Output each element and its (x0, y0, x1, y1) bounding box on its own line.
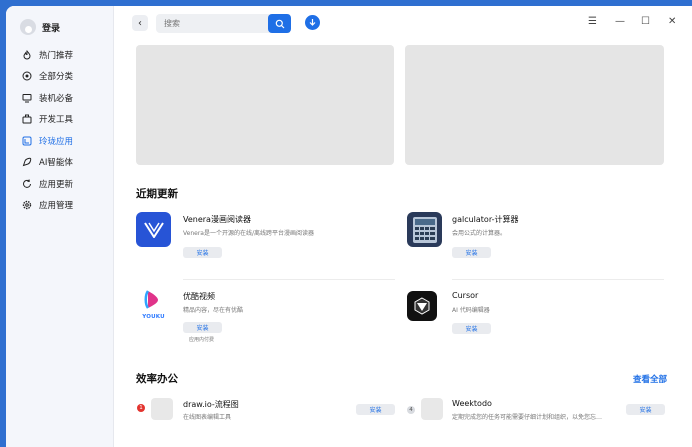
app-desc: 会用公式的计算器。 (452, 230, 507, 237)
back-button[interactable]: ‹ (132, 15, 148, 31)
see-all-link[interactable]: 查看全部 (633, 373, 667, 385)
sidebar-item-manage[interactable]: 应用管理 (6, 195, 114, 217)
banner-right[interactable] (405, 45, 664, 165)
sidebar-item-updates[interactable]: 应用更新 (6, 173, 114, 195)
menu-icon[interactable]: ☰ (588, 17, 597, 27)
app-name[interactable]: Venera漫画阅读器 (183, 214, 251, 225)
youku-icon[interactable]: YOUKU (136, 289, 171, 324)
install-button[interactable]: 安装 (452, 247, 491, 258)
sidebar-item-label: 热门推荐 (39, 50, 74, 61)
recent-updates-title: 近期更新 (136, 188, 178, 200)
calculator-icon[interactable] (407, 212, 442, 247)
app-desc: 在线图表编辑工具 (183, 414, 232, 421)
refresh-icon (21, 178, 32, 189)
sidebar-item-label: 应用管理 (39, 201, 74, 212)
app-name[interactable]: 优酷视频 (183, 291, 215, 302)
sidebar-item-label: 开发工具 (39, 115, 74, 126)
search-button[interactable] (268, 14, 291, 33)
flame-icon (21, 49, 32, 60)
app-name[interactable]: galculator-计算器 (452, 214, 519, 225)
install-button[interactable]: 安装 (183, 322, 222, 333)
sidebar-item-ai[interactable]: AI智能体 (6, 152, 114, 174)
weektodo-icon[interactable] (421, 398, 443, 420)
install-button[interactable]: 安装 (183, 247, 222, 258)
sidebar-item-categories[interactable]: 全部分类 (6, 66, 114, 88)
app-desc: 精品内容，尽在有优酷 (183, 307, 244, 314)
toolbox-icon (21, 114, 32, 125)
download-arrow-icon (309, 19, 316, 26)
divider (183, 279, 395, 280)
youku-wordmark: YOUKU (142, 314, 165, 320)
sidebar-item-label: AI智能体 (39, 158, 73, 169)
install-button[interactable]: 安装 (356, 404, 395, 415)
sidebar: 登录 热门推荐 全部分类 装机必备 开发工具 玲珑应用 AI智能体 应用更新 应… (6, 6, 114, 447)
account-entry[interactable]: 登录 (20, 18, 60, 36)
banner-left[interactable] (136, 45, 394, 165)
sidebar-item-essentials[interactable]: 装机必备 (6, 87, 114, 109)
monitor-icon (21, 92, 32, 103)
app-name[interactable]: draw.io-流程图 (183, 399, 239, 410)
sidebar-nav: 热门推荐 全部分类 装机必备 开发工具 玲珑应用 AI智能体 应用更新 应用管理 (6, 44, 114, 216)
app-desc: AI 代码编辑器 (452, 307, 490, 314)
rank-badge: 1 (137, 404, 145, 412)
settings-icon (21, 200, 32, 211)
sidebar-item-hot[interactable]: 热门推荐 (6, 44, 114, 66)
download-button[interactable] (305, 15, 320, 30)
sidebar-item-label: 应用更新 (39, 179, 74, 190)
sidebar-item-devtools[interactable]: 开发工具 (6, 109, 114, 131)
avatar (20, 19, 36, 35)
venera-icon[interactable] (136, 212, 171, 247)
login-label: 登录 (42, 23, 61, 34)
sidebar-item-linglong[interactable]: 玲珑应用 (6, 130, 114, 152)
install-button[interactable]: 安装 (452, 323, 491, 334)
drawio-icon[interactable] (151, 398, 173, 420)
app-name[interactable]: Cursor (452, 291, 478, 300)
cursor-icon[interactable] (407, 291, 437, 321)
scrollbar[interactable] (688, 6, 692, 447)
sidebar-item-label: 玲珑应用 (39, 136, 74, 147)
close-icon[interactable]: ✕ (668, 17, 676, 27)
minimize-icon[interactable]: — (615, 17, 625, 27)
app-window: 登录 热门推荐 全部分类 装机必备 开发工具 玲珑应用 AI智能体 应用更新 应… (6, 6, 692, 447)
app-desc: Venera是一个开源的在线/离线跨平台漫画阅读器 (183, 230, 314, 237)
app-name[interactable]: Weektodo (452, 399, 492, 408)
sidebar-item-label: 全部分类 (39, 72, 74, 83)
search-icon (275, 19, 284, 28)
rank-badge: 4 (407, 406, 415, 414)
linglong-icon (21, 135, 32, 146)
productivity-title: 效率办公 (136, 373, 178, 385)
divider (452, 279, 664, 280)
ai-icon (21, 157, 32, 168)
app-desc: 定期完成您的任务可能需要仔细计划和组织，以免您忘… (452, 414, 603, 421)
chevron-left-icon: ‹ (138, 17, 142, 29)
sidebar-item-label: 装机必备 (39, 93, 74, 104)
grid-icon (21, 71, 32, 82)
in-app-purchase-note: 应用内付费 (189, 337, 215, 343)
install-button[interactable]: 安装 (626, 404, 665, 415)
maximize-icon[interactable]: ☐ (641, 17, 650, 27)
